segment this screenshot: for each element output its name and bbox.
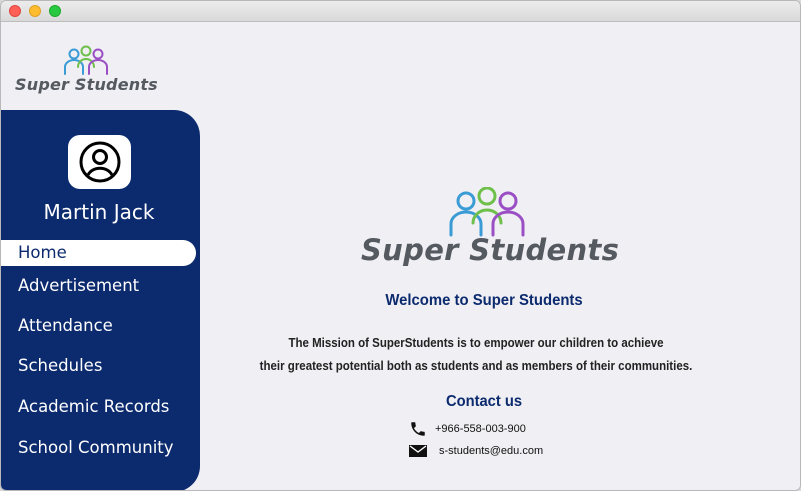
mission-statement: The Mission of SuperStudents is to empow… [251, 332, 702, 378]
title-bar [1, 1, 800, 22]
sidebar-item-academic-records[interactable]: Academic Records [18, 397, 169, 416]
contact-phone: +966-558-003-900 [409, 420, 526, 438]
email-address[interactable]: s-students@edu.com [439, 445, 543, 457]
brand-name: Super Students [15, 75, 158, 94]
zoom-window-button[interactable] [49, 5, 61, 17]
app-window: Super Students Martin Jack Home Advertis… [0, 0, 801, 491]
phone-number: +966-558-003-900 [435, 423, 526, 435]
user-name: Martin Jack [43, 200, 155, 224]
students-logo-icon [449, 187, 525, 237]
phone-icon [409, 420, 429, 438]
close-window-button[interactable] [9, 5, 21, 17]
students-logo-icon [64, 45, 108, 75]
contact-heading: Contact us [445, 393, 523, 410]
contact-email: s-students@edu.com [409, 442, 543, 460]
sidebar: Martin Jack Home Advertisement Attendanc… [1, 110, 200, 490]
sidebar-item-advertisement[interactable]: Advertisement [18, 276, 139, 295]
sidebar-item-attendance[interactable]: Attendance [18, 316, 113, 335]
minimize-window-button[interactable] [29, 5, 41, 17]
header-logo: Super Students [15, 45, 165, 97]
main-logo: Super Students [361, 187, 619, 272]
sidebar-item-school-community[interactable]: School Community [18, 438, 174, 457]
person-icon [79, 141, 120, 183]
sidebar-item-schedules[interactable]: Schedules [18, 356, 102, 375]
avatar[interactable] [68, 135, 131, 189]
mission-line-2: their greatest potential both as student… [259, 359, 693, 373]
content-area: Super Students Martin Jack Home Advertis… [1, 22, 800, 490]
welcome-heading: Welcome to Super Students [385, 292, 583, 309]
sidebar-item-home[interactable]: Home [1, 240, 196, 266]
main-brand-name: Super Students [361, 233, 620, 267]
mail-icon [409, 442, 429, 460]
mission-line-1: The Mission of SuperStudents is to empow… [288, 336, 664, 350]
